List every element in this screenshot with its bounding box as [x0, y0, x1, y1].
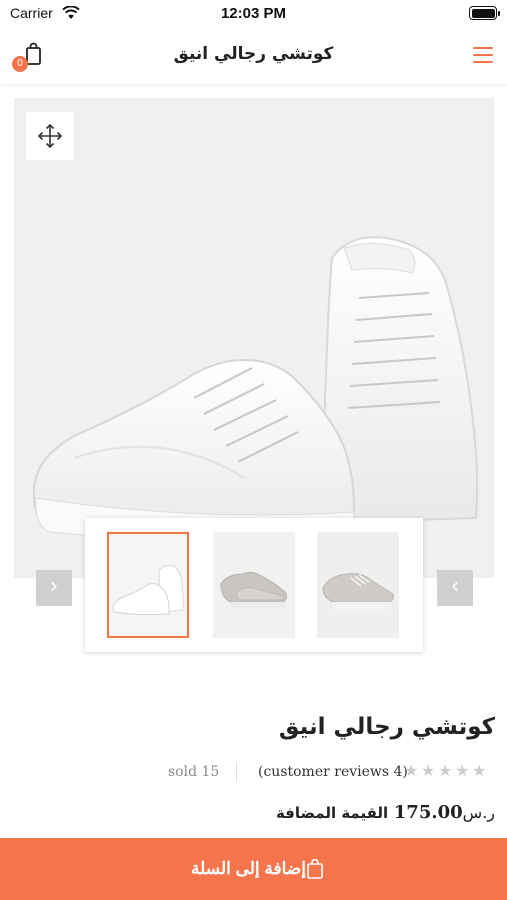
hamburger-menu-icon[interactable] — [473, 47, 493, 65]
product-main-image[interactable] — [14, 98, 494, 578]
next-image-button[interactable]: › — [36, 570, 72, 606]
rating-stars: ★ ★ ★ ★ ★ — [404, 762, 489, 780]
thumbnail-grey-sneakers[interactable] — [213, 532, 295, 638]
previous-image-button[interactable]: ‹ — [437, 570, 473, 606]
thumbnail-strip — [85, 518, 423, 652]
sneakers-illustration — [32, 236, 479, 544]
shopping-bag-icon — [307, 859, 323, 879]
divider — [236, 763, 237, 781]
price-currency: ر.س — [462, 803, 495, 822]
customer-reviews-link[interactable]: (customer reviews 4) — [258, 764, 408, 780]
star-icon: ★ — [404, 761, 419, 780]
add-to-cart-button[interactable]: إضافة إلى السلة — [0, 838, 507, 900]
product-title: كوتشي رجالي انيق — [278, 714, 495, 740]
app-header: 0 كوتشي رجالي انيق — [0, 28, 507, 84]
star-icon: ★ — [472, 761, 487, 780]
sold-count: sold 15 — [168, 764, 220, 780]
page-title: كوتشي رجالي انيق — [173, 44, 334, 64]
price-vat-note: القيمة المضافة — [275, 804, 389, 822]
price-line: ر.س175.00 القيمة المضافة — [276, 802, 495, 823]
star-icon: ★ — [438, 761, 453, 780]
price-amount: 175.00 — [393, 802, 463, 823]
battery-icon — [469, 6, 500, 20]
move-arrows-icon[interactable] — [26, 112, 74, 160]
star-icon: ★ — [421, 761, 436, 780]
star-icon: ★ — [455, 761, 470, 780]
status-bar: Carrier 12:03 PM — [0, 0, 507, 28]
thumbnail-grey-sneakers-alt[interactable] — [317, 532, 399, 638]
thumbnail-white-sneakers[interactable] — [107, 532, 189, 638]
add-to-cart-label: إضافة إلى السلة — [191, 859, 306, 878]
status-time: 12:03 PM — [220, 5, 287, 22]
